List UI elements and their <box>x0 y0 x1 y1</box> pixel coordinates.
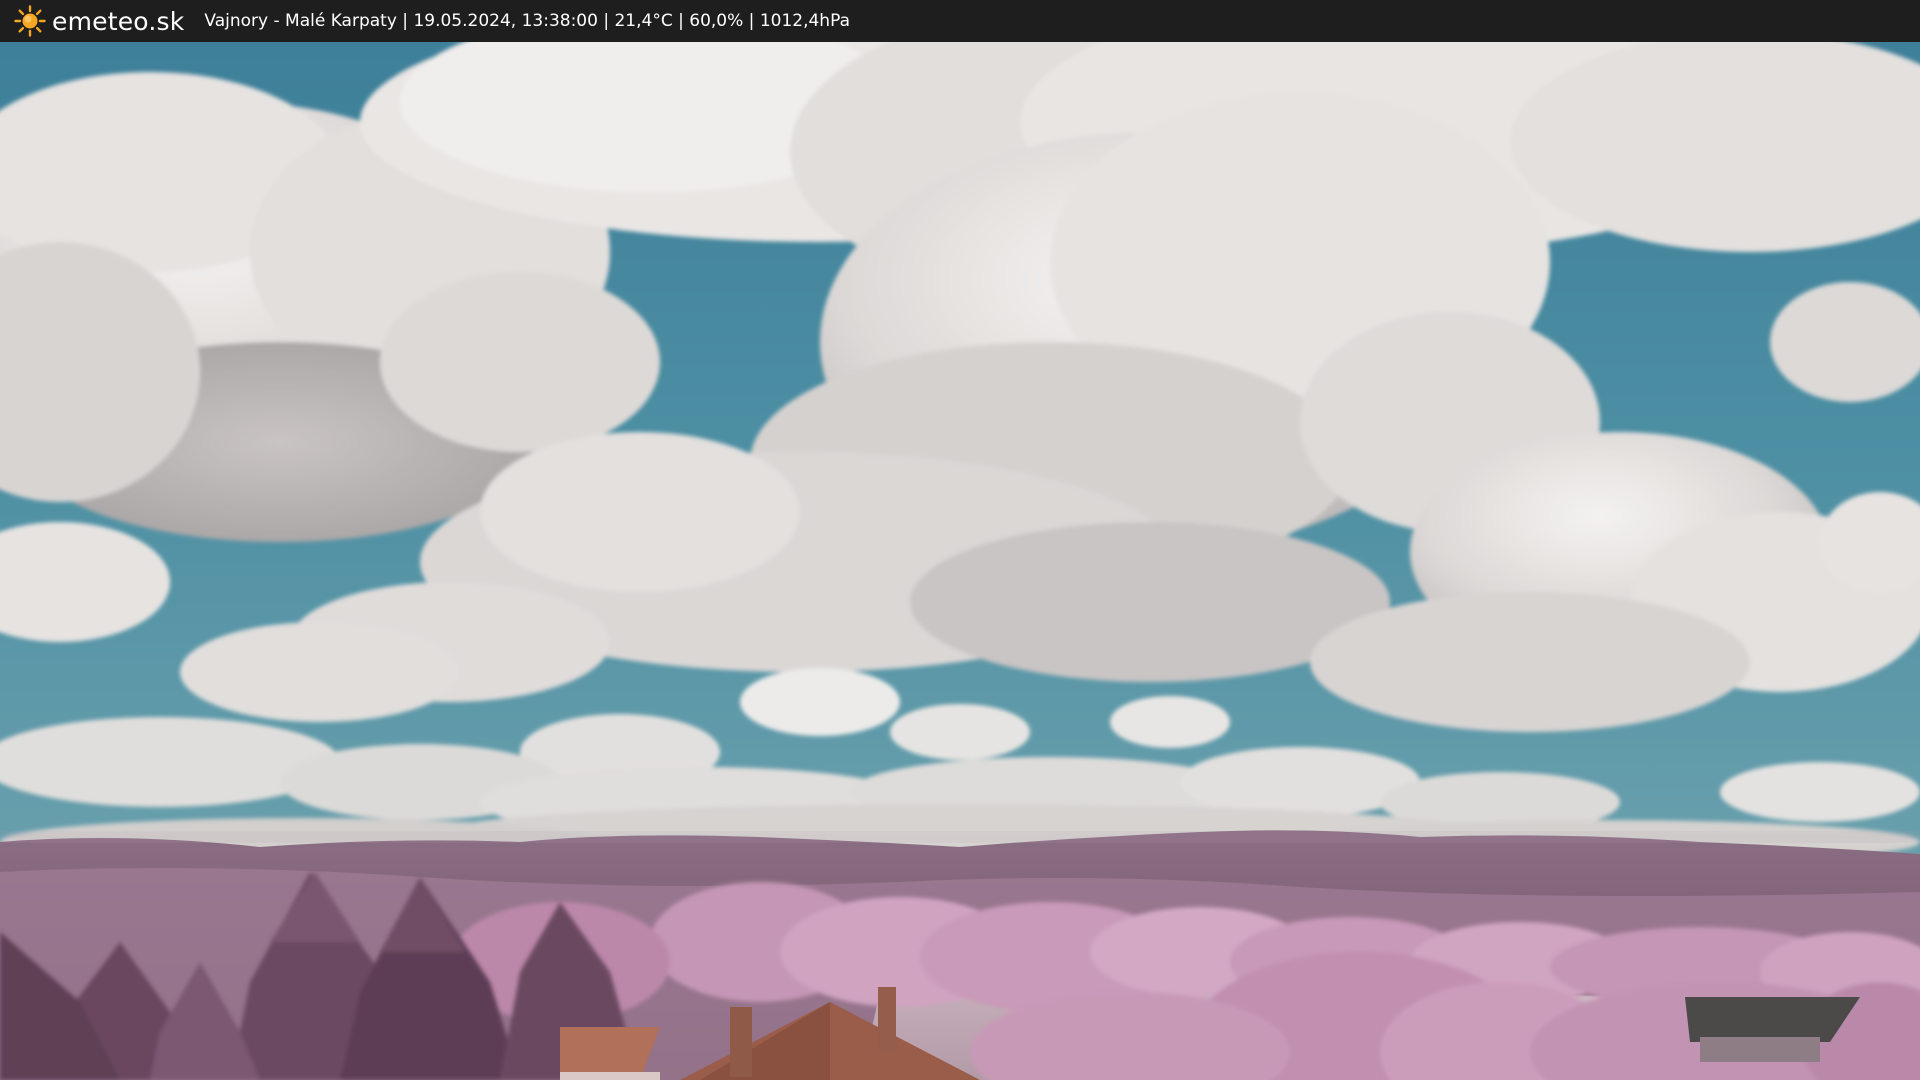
scene-svg <box>0 42 1920 1080</box>
brand-name: emeteo.sk <box>52 6 185 36</box>
separator: | <box>743 11 760 31</box>
datetime-text: 19.05.2024, 13:38:00 <box>413 11 598 31</box>
station-info: Vajnory - Malé Karpaty | 19.05.2024, 13:… <box>204 11 850 31</box>
pressure-text: 1012,4hPa <box>759 11 850 31</box>
location-text: Vajnory - Malé Karpaty <box>204 11 397 31</box>
temperature-text: 21,4°C <box>614 11 673 31</box>
webcam-image <box>0 42 1920 1080</box>
webcam-frame: emeteo.sk Vajnory - Malé Karpaty | 19.05… <box>0 0 1920 1080</box>
separator: | <box>672 11 690 31</box>
site-logo[interactable]: emeteo.sk <box>14 0 184 42</box>
separator: | <box>597 11 615 31</box>
separator: | <box>396 11 414 31</box>
humidity-text: 60,0% <box>689 11 744 31</box>
info-bar: emeteo.sk Vajnory - Malé Karpaty | 19.05… <box>0 0 1920 42</box>
sun-icon <box>14 5 46 37</box>
